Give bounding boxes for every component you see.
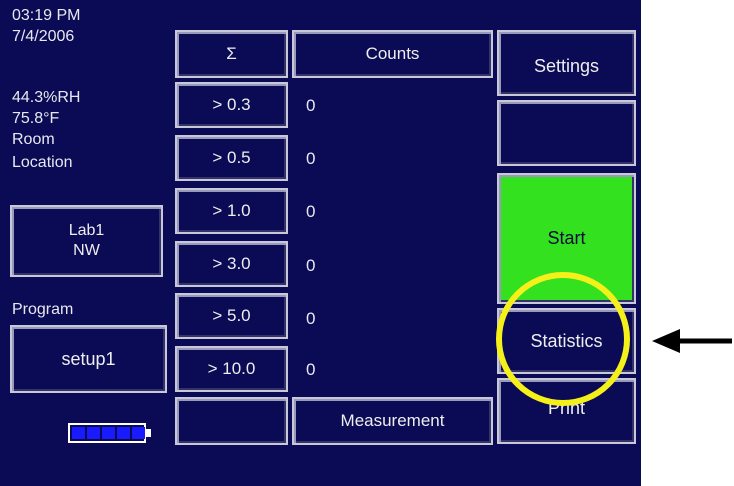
room-label: Room bbox=[12, 131, 55, 148]
start-button[interactable]: Start bbox=[497, 173, 636, 304]
size-channel-0.5[interactable]: > 0.5 bbox=[175, 135, 288, 181]
size-channel-0.3[interactable]: > 0.3 bbox=[175, 82, 288, 128]
blank-button[interactable] bbox=[497, 100, 636, 166]
measurement-button[interactable]: Measurement bbox=[292, 397, 493, 445]
count-value-1.0: 0 bbox=[306, 202, 316, 221]
counts-header[interactable]: Counts bbox=[292, 30, 493, 78]
size-label: > 0.5 bbox=[212, 148, 251, 167]
count-value-10.0: 0 bbox=[306, 360, 316, 379]
statistics-label: Statistics bbox=[530, 330, 603, 351]
measurement-label: Measurement bbox=[340, 411, 445, 430]
size-label: > 10.0 bbox=[207, 359, 256, 378]
empty-footer-button[interactable] bbox=[175, 397, 288, 445]
time-readout: 03:19 PM bbox=[12, 7, 81, 24]
count-value-0.3: 0 bbox=[306, 96, 316, 115]
humidity-readout: 44.3%RH bbox=[12, 89, 81, 106]
location-label: Location bbox=[12, 154, 73, 171]
settings-button[interactable]: Settings bbox=[497, 30, 636, 96]
location-line1: Lab1 bbox=[68, 222, 105, 239]
program-button[interactable]: setup1 bbox=[10, 325, 167, 393]
battery-cell bbox=[87, 427, 100, 439]
size-label: > 5.0 bbox=[212, 306, 251, 325]
battery-cell bbox=[72, 427, 85, 439]
sigma-symbol: Σ bbox=[226, 44, 237, 63]
device-screen: 03:19 PM 7/4/2006 44.3%RH 75.8°F Room Lo… bbox=[0, 0, 641, 486]
battery-icon bbox=[68, 423, 151, 443]
size-channel-5.0[interactable]: > 5.0 bbox=[175, 293, 288, 339]
size-label: > 3.0 bbox=[212, 254, 251, 273]
print-button[interactable]: Print bbox=[497, 378, 636, 444]
program-label: Program bbox=[12, 301, 74, 318]
count-value-5.0: 0 bbox=[306, 309, 316, 328]
settings-label: Settings bbox=[533, 55, 600, 76]
statistics-button[interactable]: Statistics bbox=[497, 308, 636, 374]
count-value-3.0: 0 bbox=[306, 256, 316, 275]
date-readout: 7/4/2006 bbox=[12, 28, 75, 45]
size-channel-3.0[interactable]: > 3.0 bbox=[175, 241, 288, 287]
size-label: > 0.3 bbox=[212, 95, 251, 114]
temperature-readout: 75.8°F bbox=[12, 110, 60, 127]
size-channel-10.0[interactable]: > 10.0 bbox=[175, 346, 288, 392]
battery-cell bbox=[132, 427, 145, 439]
size-label: > 1.0 bbox=[212, 201, 251, 220]
location-line2: NW bbox=[73, 242, 100, 259]
counts-header-label: Counts bbox=[365, 44, 420, 63]
start-label: Start bbox=[547, 228, 586, 248]
size-channel-1.0[interactable]: > 1.0 bbox=[175, 188, 288, 234]
pointer-arrow-icon bbox=[652, 329, 732, 353]
battery-cell bbox=[102, 427, 115, 439]
battery-cell bbox=[117, 427, 130, 439]
program-value: setup1 bbox=[61, 348, 116, 369]
count-value-0.5: 0 bbox=[306, 149, 316, 168]
sigma-header-button[interactable]: Σ bbox=[175, 30, 288, 78]
print-label: Print bbox=[547, 398, 585, 418]
location-button[interactable]: Lab1 NW bbox=[10, 205, 163, 277]
